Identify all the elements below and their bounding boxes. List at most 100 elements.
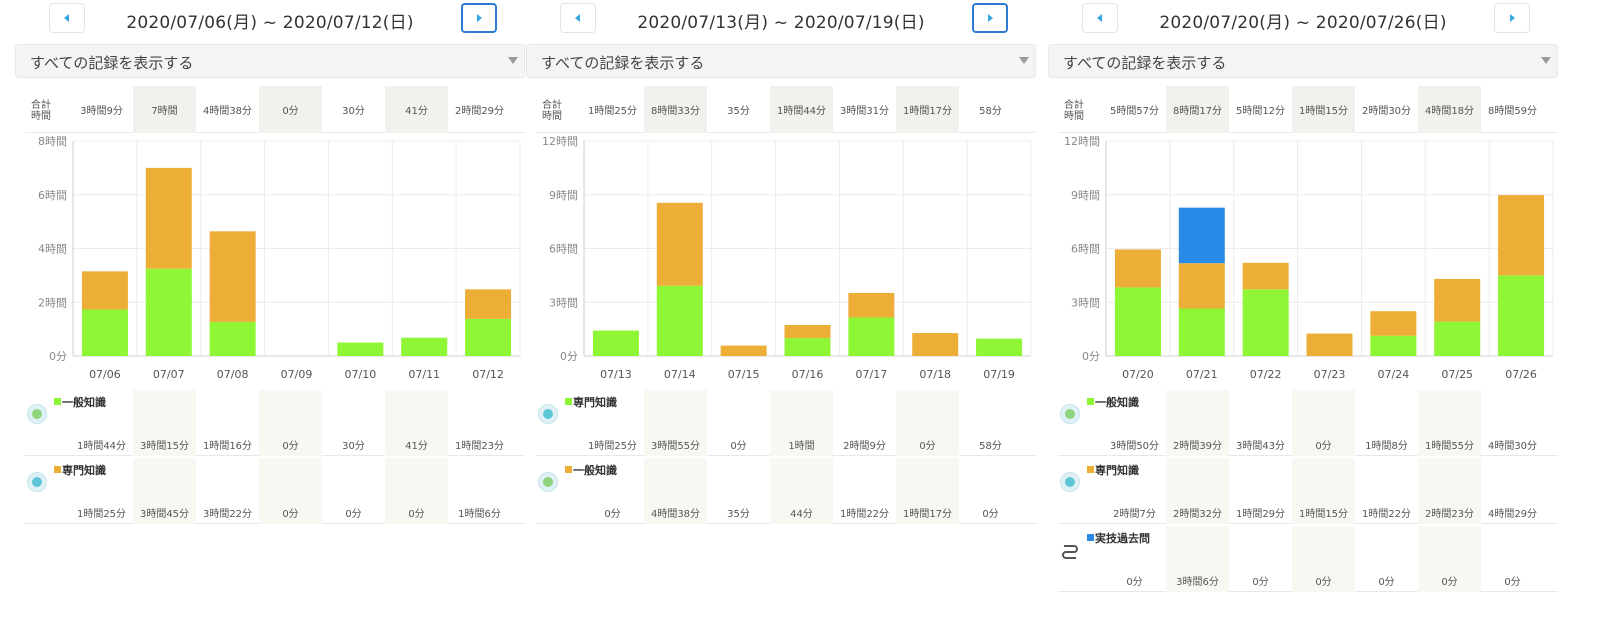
- week-range-title: 2020/07/13(月) ~ 2020/07/19(日): [637, 13, 925, 33]
- icon-dot: [32, 477, 42, 487]
- category-name: 専門知識: [62, 464, 106, 477]
- category-daily-value: 4時間29分: [1487, 509, 1538, 520]
- record-filter-select[interactable]: すべての記録を表示する: [1048, 44, 1558, 78]
- bar-segment: [1434, 278, 1481, 322]
- category-name: 一般知識: [62, 396, 106, 409]
- bar-segment: [912, 333, 959, 356]
- daily-total: 5時間57分: [1109, 106, 1160, 117]
- bar-segment: [81, 271, 128, 310]
- prev-week-button[interactable]: [49, 3, 85, 33]
- x-tick-label: 07/10: [345, 368, 377, 381]
- x-tick-label: 07/24: [1378, 368, 1410, 381]
- category-daily-value: 0分: [604, 509, 621, 520]
- category-daily-value: 1時間22分: [1361, 509, 1412, 520]
- prev-week-button[interactable]: [1082, 3, 1118, 33]
- prev-week-button[interactable]: [560, 3, 596, 33]
- legend-swatch: [1087, 466, 1094, 473]
- week-panel-3: 2020/07/20(月) ~ 2020/07/26(日) すべての記録を表示する…: [1048, 0, 1558, 623]
- daily-total: 2時間30分: [1361, 106, 1412, 117]
- bar-segment: [1242, 262, 1289, 290]
- category-daily-value: 0分: [1126, 577, 1143, 588]
- x-tick-label: 07/17: [856, 368, 888, 381]
- x-tick-label: 07/12: [472, 368, 504, 381]
- triangle-left-icon: [64, 14, 69, 22]
- daily-totals-row: 合計 時間 3時間9分 7時間 4時間38分 0分 30分 41分 2時間29分: [25, 86, 525, 133]
- y-tick-label: 2時間: [38, 296, 67, 309]
- icon-dot: [1065, 477, 1075, 487]
- category-daily-value: 1時間44分: [76, 441, 127, 452]
- x-tick-label: 07/08: [217, 368, 249, 381]
- category-daily-value: 0分: [1504, 577, 1521, 588]
- chart-svg: 0分 2時間 4時間 6時間 8時間 07/06 07/07 07/08 07/09 07/10 0…: [38, 135, 521, 381]
- legend-swatch: [1087, 534, 1094, 541]
- next-week-button[interactable]: [461, 3, 497, 33]
- daily-total: 8時間17分: [1166, 86, 1229, 133]
- category-daily-value: 0分: [982, 509, 999, 520]
- week-panel-2: 2020/07/13(月) ~ 2020/07/19(日) すべての記録を表示する…: [526, 0, 1036, 623]
- legend-swatch: [1087, 398, 1094, 405]
- triangle-right-icon: [988, 14, 993, 22]
- category-daily-value: 1時間23分: [454, 441, 505, 452]
- category-daily-value: 2時間32分: [1172, 509, 1223, 520]
- category-daily-value: 0分: [1378, 577, 1395, 588]
- bar-segment: [784, 325, 831, 339]
- x-tick-label: 07/18: [919, 368, 951, 381]
- x-tick-label: 07/06: [89, 368, 121, 381]
- bar-segment: [1114, 249, 1161, 288]
- category-daily-value: 0分: [1252, 577, 1269, 588]
- x-tick-label: 07/19: [983, 368, 1015, 381]
- y-tick-label: 12時間: [1064, 135, 1100, 148]
- category-name: 専門知識: [573, 396, 617, 409]
- daily-total: 30分: [342, 106, 365, 117]
- category-daily-value: 3時間45分: [139, 509, 190, 520]
- daily-total: 7時間: [133, 86, 196, 133]
- daily-total: 8時間59分: [1487, 106, 1538, 117]
- study-time-chart: 0分 2時間 4時間 6時間 8時間 07/06 07/07 07/08 07/09 07/10 0…: [15, 133, 525, 385]
- category-daily-value: 2時間39分: [1172, 441, 1223, 452]
- bar-segment: [592, 330, 639, 356]
- category-daily-value: 3時間15分: [139, 441, 190, 452]
- y-tick-label: 8時間: [38, 135, 67, 148]
- daily-total: 1時間15分: [1292, 86, 1355, 133]
- bar-segment: [1370, 335, 1417, 356]
- x-tick-label: 07/21: [1186, 368, 1218, 381]
- y-tick-label: 9時間: [1071, 189, 1100, 202]
- daily-totals-row: 合計 時間 5時間57分 8時間17分 5時間12分 1時間15分 2時間30分 4時間18…: [1058, 86, 1558, 133]
- record-filter-value: すべての記録を表示する: [1063, 54, 1227, 72]
- bar-segment: [145, 268, 192, 356]
- daily-total: 3時間31分: [839, 106, 890, 117]
- daily-total: 41分: [385, 86, 448, 133]
- bar-segment: [81, 309, 128, 356]
- study-time-chart: 0分 3時間 6時間 9時間 12時間 07/13 07/14 07/15 07/16 07/17…: [526, 133, 1036, 385]
- y-tick-label: 0分: [1082, 350, 1100, 363]
- caret-down-icon: [508, 57, 518, 64]
- next-week-button[interactable]: [972, 3, 1008, 33]
- category-daily-value: 2時間9分: [843, 441, 886, 452]
- triangle-right-icon: [477, 14, 482, 22]
- bar-segment: [145, 167, 192, 269]
- knowledge-icon: [1060, 404, 1080, 424]
- category-daily-value: 3時間55分: [650, 441, 701, 452]
- category-row: 一般知識 3時間50分 2時間39分 3時間43分 0分 1時間8分 1時間55分 4時間30…: [1058, 390, 1558, 456]
- category-daily-value: 0分: [282, 441, 299, 452]
- x-tick-label: 07/22: [1250, 368, 1282, 381]
- week-panel-1: 2020/07/06(月) ~ 2020/07/12(日) すべての記録を表示する…: [15, 0, 525, 623]
- daily-total: 1時間44分: [770, 86, 833, 133]
- bar-segment: [1370, 311, 1417, 336]
- category-row: 専門知識 2時間7分 2時間32分 1時間29分 1時間15分 1時間22分 2時間23分 4…: [1058, 458, 1558, 524]
- legend-swatch: [54, 398, 61, 405]
- y-tick-label: 3時間: [1071, 296, 1100, 309]
- icon-dot: [1065, 409, 1075, 419]
- record-filter-select[interactable]: すべての記録を表示する: [15, 44, 525, 78]
- x-tick-label: 07/11: [408, 368, 440, 381]
- legend-swatch: [54, 466, 61, 473]
- y-tick-label: 6時間: [38, 189, 67, 202]
- x-tick-label: 07/20: [1122, 368, 1154, 381]
- category-daily-value: 1時間: [788, 441, 815, 452]
- triangle-right-icon: [1510, 14, 1515, 22]
- bar-segment: [401, 337, 448, 356]
- next-week-button[interactable]: [1494, 3, 1530, 33]
- y-tick-label: 3時間: [549, 296, 578, 309]
- bar-segment: [1242, 289, 1289, 356]
- record-filter-select[interactable]: すべての記録を表示する: [526, 44, 1036, 78]
